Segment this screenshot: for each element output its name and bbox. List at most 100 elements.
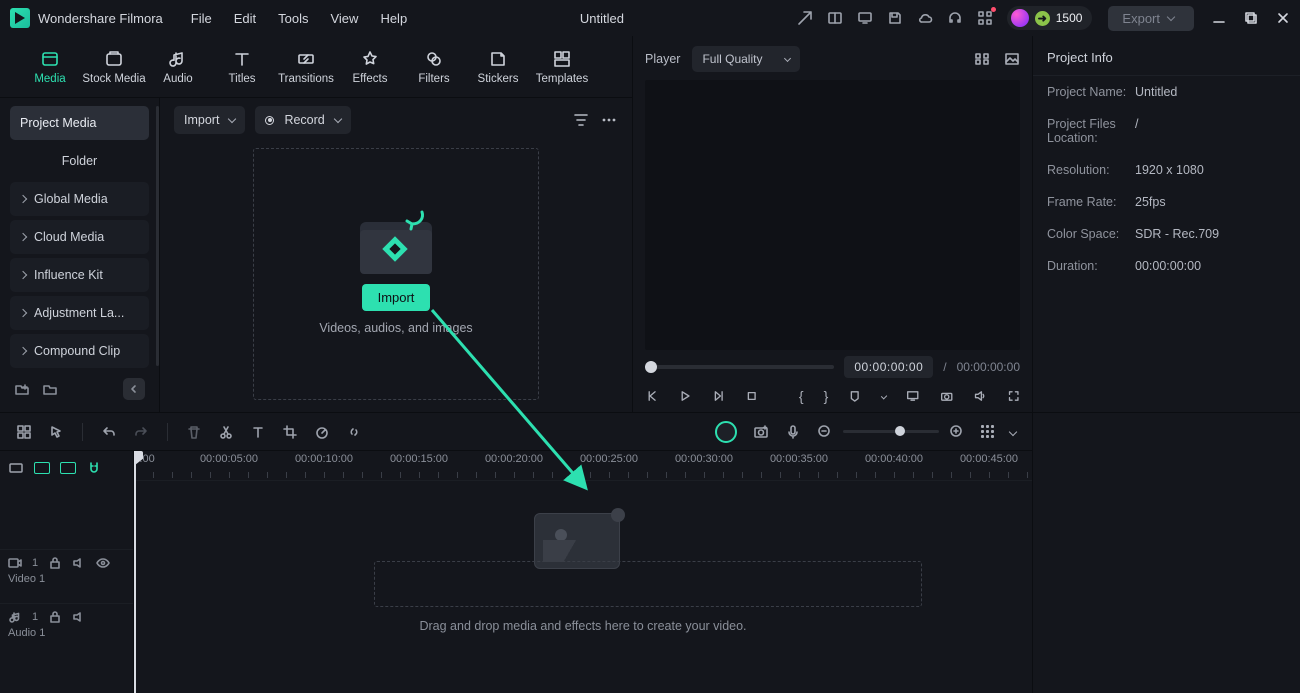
more-icon[interactable] [600,111,618,129]
tab-titles[interactable]: Titles [210,49,274,85]
collapse-sidebar-button[interactable] [123,378,145,400]
sidebar-item-compound-clip[interactable]: Compound Clip [10,334,149,368]
player-viewport[interactable] [645,80,1020,350]
snapshot-view-icon[interactable] [1004,51,1020,67]
media-sidebar: Project Media Folder Global Media Cloud … [0,98,160,412]
track-toggle-1-icon[interactable] [8,460,24,476]
zoom-in-button[interactable] [949,424,965,440]
menu-file[interactable]: File [191,11,212,26]
chevron-down-icon [228,114,236,122]
tab-stock-media[interactable]: Stock Media [82,49,146,85]
play-button[interactable] [678,388,691,404]
capture-icon[interactable] [753,424,769,440]
split-button[interactable] [218,424,234,440]
speed-tool-icon[interactable] [314,424,330,440]
sidebar-item-folder[interactable]: Folder [10,144,149,178]
magnet-icon[interactable] [86,460,102,476]
quality-dropdown[interactable]: Full Quality [692,46,800,72]
visibility-icon[interactable] [96,556,110,570]
sidebar-item-project-media[interactable]: Project Media [10,106,149,140]
menu-view[interactable]: View [330,11,358,26]
folder-icon[interactable] [42,381,58,397]
chevron-right-icon [19,271,27,279]
filter-icon[interactable] [572,111,590,129]
tab-media[interactable]: Media [18,49,82,85]
lock-icon[interactable] [48,610,62,624]
mute-icon[interactable] [72,610,86,624]
zoom-slider[interactable] [843,430,939,433]
timeline-tracks[interactable]: 0:00 00:00:05:00 00:00:10:00 00:00:15:00… [134,451,1032,693]
export-button[interactable]: Export [1108,6,1194,31]
minimize-button[interactable] [1212,11,1226,25]
lock-icon[interactable] [48,556,62,570]
media-dropzone[interactable]: Import Videos, audios, and images [253,148,539,400]
apps-icon[interactable] [977,10,993,26]
tab-transitions[interactable]: Transitions [274,49,338,85]
player-scrubber[interactable] [645,365,834,369]
maximize-button[interactable] [1244,11,1258,25]
zoom-out-button[interactable] [817,424,833,440]
playhead[interactable] [134,451,136,693]
close-button[interactable] [1276,11,1290,25]
text-tool-icon[interactable] [250,424,266,440]
voiceover-icon[interactable] [785,424,801,440]
headphones-icon[interactable] [947,10,963,26]
video-track-header[interactable]: 1 Video 1 [0,549,133,603]
undo-button[interactable] [101,424,117,440]
new-folder-icon[interactable] [14,381,30,397]
crop-tool-icon[interactable] [282,424,298,440]
tab-stickers[interactable]: Stickers [466,49,530,85]
grid-icon[interactable] [16,424,32,440]
menu-tools[interactable]: Tools [278,11,308,26]
delete-button[interactable] [186,424,202,440]
display-icon[interactable] [906,388,919,404]
mark-out-button[interactable]: } [824,388,829,404]
record-dropdown[interactable]: Record [255,106,350,134]
pi-resolution: Resolution:1920 x 1080 [1033,154,1300,186]
chevron-down-icon [881,393,888,400]
camera-icon[interactable] [940,388,953,404]
grid-view-icon[interactable] [974,51,990,67]
menu-help[interactable]: Help [380,11,407,26]
redo-button[interactable] [133,424,149,440]
screen-icon[interactable] [857,10,873,26]
stop-button[interactable] [745,388,758,404]
marker-icon[interactable] [848,388,861,404]
cloud-icon[interactable] [917,10,933,26]
mark-in-button[interactable]: { [799,388,804,404]
timeline-ruler[interactable]: 0:00 00:00:05:00 00:00:10:00 00:00:15:00… [134,451,1032,481]
import-dropdown[interactable]: Import [174,106,245,134]
audio-track-header[interactable]: 1 Audio 1 [0,603,133,657]
import-button[interactable]: Import [362,284,431,311]
pi-project-files-location: Project Files Location:/ [1033,108,1300,154]
cursor-icon[interactable] [48,424,64,440]
layout-icon[interactable] [827,10,843,26]
tab-effects[interactable]: Effects [338,49,402,85]
save-icon[interactable] [887,10,903,26]
timeline-dropzone[interactable] [374,561,922,607]
send-icon[interactable] [797,10,813,26]
prev-frame-button[interactable] [645,388,658,404]
fullscreen-icon[interactable] [1007,388,1020,404]
mute-icon[interactable] [72,556,86,570]
next-frame-button[interactable] [712,388,725,404]
ai-avatar-button[interactable] [715,421,737,443]
timeline-options-icon[interactable] [981,425,994,438]
record-icon [265,116,274,125]
sidebar-item-cloud-media[interactable]: Cloud Media [10,220,149,254]
menu-edit[interactable]: Edit [234,11,256,26]
sidebar-item-global-media[interactable]: Global Media [10,182,149,216]
scrollbar[interactable] [156,106,159,366]
track-toggle-2-icon[interactable] [34,462,50,474]
unlink-icon[interactable] [346,424,362,440]
track-toggle-3-icon[interactable] [60,462,76,474]
tab-filters[interactable]: Filters [402,49,466,85]
volume-icon[interactable] [973,388,986,404]
tab-templates[interactable]: Templates [530,49,594,85]
sidebar-item-adjustment-layer[interactable]: Adjustment La... [10,296,149,330]
pi-project-name: Project Name:Untitled [1033,76,1300,108]
track-headers: 1 Video 1 1 Audio 1 [0,451,134,693]
credits-pill[interactable]: ➜ 1500 [1007,6,1093,30]
sidebar-item-influence-kit[interactable]: Influence Kit [10,258,149,292]
tab-audio[interactable]: Audio [146,49,210,85]
